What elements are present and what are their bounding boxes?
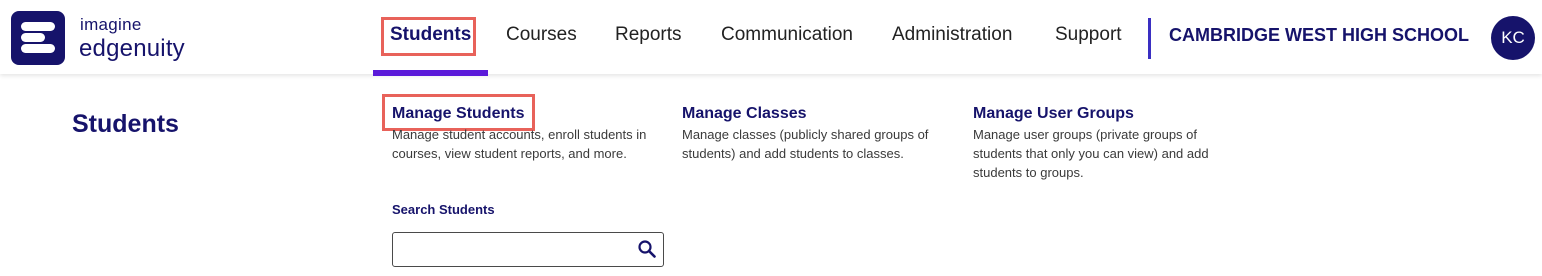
school-name[interactable]: CAMBRIDGE WEST HIGH SCHOOL [1169,25,1469,46]
nav-item-communication[interactable]: Communication [721,24,853,46]
nav-students-highlight [381,17,476,56]
top-header: imagine edgenuity Students Courses Repor… [0,0,1542,74]
search-students-box[interactable] [392,232,664,267]
logo-text-edgenuity: edgenuity [79,35,185,62]
nav-item-reports[interactable]: Reports [615,24,682,46]
search-students-input[interactable] [399,237,628,264]
nav-item-administration[interactable]: Administration [892,24,1012,46]
manage-students-description: Manage student accounts, enroll students… [392,127,647,161]
manage-classes-description: Manage classes (publicly shared groups o… [682,127,929,161]
nav-item-courses[interactable]: Courses [506,24,577,46]
search-students-label: Search Students [392,202,495,217]
search-icon[interactable] [637,239,657,259]
user-avatar[interactable]: KC [1491,16,1535,60]
active-nav-underline [373,70,488,76]
manage-user-groups-description: Manage user groups (private groups of st… [973,127,1209,180]
header-divider [1148,18,1151,59]
nav-item-support[interactable]: Support [1055,24,1122,46]
edgenuity-logo-icon[interactable] [11,11,65,65]
menu-section-title: Students [72,110,179,138]
manage-user-groups-link[interactable]: Manage User Groups [973,105,1134,123]
manage-classes-link[interactable]: Manage Classes [682,105,807,123]
logo-text-imagine: imagine [80,15,142,34]
